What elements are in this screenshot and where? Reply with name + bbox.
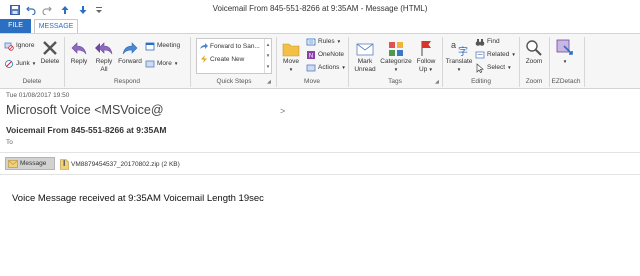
ignore-button[interactable]: Ignore [4,40,34,51]
reply-button[interactable]: Reply [67,37,91,66]
categorize-button[interactable]: Categorize ▼ [378,37,414,73]
junk-dropdown-icon: ▼ [31,61,37,66]
junk-icon [4,59,14,69]
more-dropdown-icon: ▼ [173,61,179,66]
binoculars-icon [475,37,485,47]
message-body: Voice Message received at 9:35AM Voicema… [12,193,264,204]
quick-step-forward[interactable]: Forward to San... [200,42,260,50]
group-separator [64,37,65,87]
actions-button[interactable]: Actions ▼ [306,62,346,73]
quick-step-create-new[interactable]: Create New [200,55,244,63]
to-label: To [6,139,13,146]
window-title: Voicemail From 845-551-8266 at 9:35AM - … [212,4,428,13]
quick-steps-launcher-icon[interactable]: ◢ [267,79,271,85]
forward-button[interactable]: Forward [116,37,144,66]
svg-text:a: a [451,40,456,50]
delete-button[interactable]: Delete [37,37,63,66]
zoom-group-label: Zoom [525,78,543,85]
actions-dropdown-icon: ▼ [341,65,346,70]
quick-steps-label: Quick Steps [216,78,252,85]
sender-name[interactable]: Microsoft Voice <MSVoice@ [6,103,164,117]
categorize-dropdown-icon: ▼ [393,66,399,72]
follow-up-dropdown-icon: ▼ [427,66,434,72]
find-button[interactable]: Find [475,36,500,47]
translate-button[interactable]: a字 Translate ▼ [444,37,474,73]
more-icon [145,59,155,69]
delete-icon [39,37,61,57]
group-separator [348,37,349,87]
message-envelope-icon [6,159,20,168]
forward-small-icon [200,42,210,50]
move-dropdown-icon: ▼ [288,66,294,72]
lightning-icon [200,55,210,63]
magnifier-icon [523,37,545,57]
translate-dropdown-icon: ▼ [456,66,462,72]
envelope-icon [354,37,376,57]
junk-button[interactable]: Junk ▼ [4,58,36,69]
message-tab-button[interactable]: Message [5,157,55,170]
tags-group-label: Tags [388,78,402,85]
group-separator [276,37,277,87]
calendar-icon [145,41,155,51]
attachments-divider [0,174,640,175]
ignore-icon [4,41,14,51]
mark-unread-button[interactable]: Mark Unread [351,37,379,73]
svg-text:字: 字 [458,45,468,57]
zip-file-icon [60,158,71,170]
quick-steps-scroller[interactable]: ▲ ▼ ▼ [264,39,271,73]
editing-group-label: Editing [471,78,491,85]
expand-gallery-icon[interactable]: ▼ [265,61,271,72]
header-divider [0,152,640,153]
onenote-icon: N [306,50,316,60]
move-button[interactable]: Move ▼ [279,37,303,73]
actions-icon [306,63,316,73]
svg-text:N: N [309,53,313,59]
delete-group-label: Delete [22,78,42,85]
meeting-button[interactable]: Meeting [145,40,180,51]
select-button[interactable]: Select ▼ [475,62,512,73]
rules-button[interactable]: Rules ▼ [306,36,341,47]
ribbon-tabs: FILE MESSAGE [0,19,640,33]
onenote-button[interactable]: N OneNote [306,49,344,60]
related-button[interactable]: Related ▼ [475,49,516,60]
folder-icon [280,37,302,57]
cursor-icon [475,62,485,73]
message-date: Tue 01/08/2017 19:50 [6,92,70,99]
quick-steps-gallery: Forward to San... Create New ▲ ▼ ▼ [196,38,272,74]
tags-launcher-icon[interactable]: ◢ [435,79,439,85]
follow-up-button[interactable]: Follow Up ▼ [413,37,439,73]
scroll-up-icon[interactable]: ▲ [265,39,271,50]
ezdetach-group-label: EZDetach [551,78,581,85]
related-icon [475,50,485,60]
zoom-button[interactable]: Zoom [521,37,547,66]
reply-icon [68,37,90,57]
ezdetach-dropdown-icon: ▼ [562,59,568,64]
ezdetach-icon [554,37,576,57]
flag-icon [415,37,437,57]
tab-message[interactable]: MESSAGE [34,19,78,33]
related-dropdown-icon: ▼ [511,52,516,57]
ribbon: Ignore Junk ▼ Delete Delete Reply Reply … [0,33,640,89]
forward-icon [119,37,141,57]
move-group-label: Move [304,78,320,85]
ezdetach-button[interactable]: ▼ [551,37,579,66]
reply-all-button[interactable]: Reply All [92,37,116,73]
expand-contact-icon[interactable]: > [280,106,285,116]
group-separator [442,37,443,87]
attachment-file[interactable]: VM8879454537_20170802.zip (2 KB) [60,158,180,170]
select-dropdown-icon: ▼ [507,65,512,70]
title-bar: Voicemail From 845-551-8266 at 9:35AM - … [0,0,640,19]
more-respond-button[interactable]: More ▼ [145,58,178,69]
rules-icon [306,37,316,47]
reply-all-icon [93,37,115,57]
rules-dropdown-icon: ▼ [336,39,342,44]
categorize-icon [385,37,407,57]
tab-file[interactable]: FILE [0,19,31,33]
scroll-down-icon[interactable]: ▼ [265,50,271,61]
message-subject: Voicemail From 845-551-8266 at 9:35AM [6,125,167,135]
translate-icon: a字 [448,37,470,57]
respond-group-label: Respond [113,78,141,85]
group-separator [190,37,191,87]
group-separator [584,37,585,87]
